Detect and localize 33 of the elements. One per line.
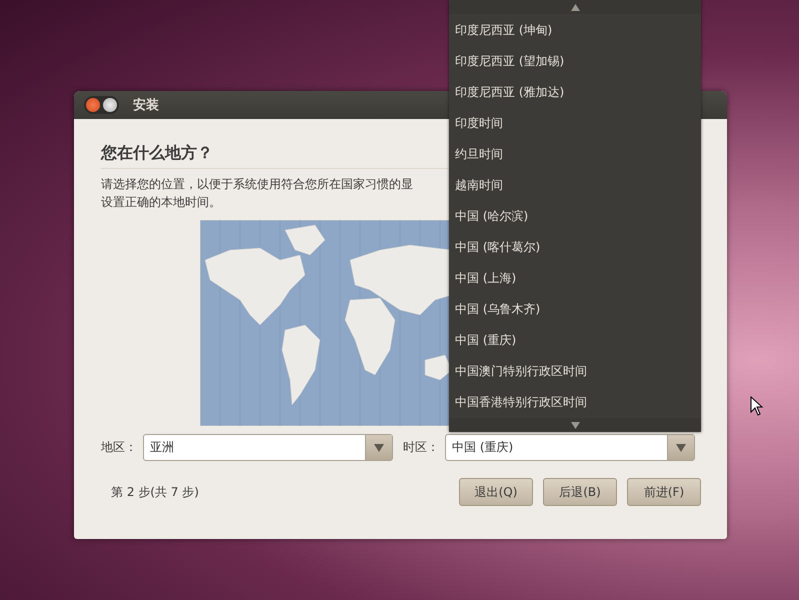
timezone-menu-item[interactable]: 约旦时间 (449, 144, 701, 163)
timezone-menu-item[interactable]: 印度尼西亚 (雅加达) (449, 82, 701, 101)
wizard-button[interactable]: 前进(F) (627, 478, 701, 506)
close-icon[interactable] (86, 98, 100, 112)
timezone-menu-item[interactable]: 中国 (上海) (449, 269, 701, 288)
timezone-dropdown[interactable]: 中国 (重庆) (445, 434, 695, 461)
timezone-menu-item[interactable]: 印度时间 (449, 114, 701, 132)
scroll-up-icon[interactable] (570, 4, 580, 10)
timezone-menu-item[interactable]: 印度尼西亚 (望加锡) (449, 52, 701, 70)
page-heading: 您在什么地方？ (101, 143, 213, 164)
wizard-button[interactable]: 后退(B) (543, 478, 617, 506)
description-text: 请选择您的位置，以便于系统使用符合您所在国家习惯的显 (101, 176, 413, 193)
timezone-menu-item[interactable]: 中国 (乌鲁木齐) (449, 300, 701, 318)
mouse-pointer-icon (750, 396, 764, 416)
timezone-menu-item[interactable]: 中国澳门特别行政区时间 (449, 362, 701, 380)
region-label: 地区： (101, 439, 137, 456)
timezone-menu-item[interactable]: 中国 (重庆) (449, 331, 701, 350)
timezone-menu-item[interactable]: 中国 (喀什葛尔) (449, 238, 701, 256)
timezone-menu-item[interactable]: 印度尼西亚 (坤甸) (449, 20, 701, 39)
timezone-menu-item[interactable]: 越南时间 (449, 176, 701, 194)
region-dropdown[interactable]: 亚洲 (143, 434, 393, 461)
dropdown-arrow-icon (676, 444, 686, 452)
dropdown-arrow-icon (374, 444, 384, 452)
window-title: 安装 (133, 96, 159, 114)
world-map-drawing[interactable] (200, 220, 452, 426)
wizard-button[interactable]: 退出(Q) (459, 478, 533, 506)
description-text: 设置正确的本地时间。 (101, 194, 221, 211)
timezone-menu-item[interactable]: 中国香港特别行政区时间 (449, 393, 701, 412)
step-indicator: 第 2 步(共 7 步) (111, 484, 199, 500)
maximize-icon[interactable] (103, 98, 117, 112)
timezone-label: 时区： (403, 439, 439, 456)
scroll-down-icon[interactable] (570, 422, 580, 428)
timezone-menu-item[interactable]: 中国 (哈尔滨) (449, 206, 701, 225)
